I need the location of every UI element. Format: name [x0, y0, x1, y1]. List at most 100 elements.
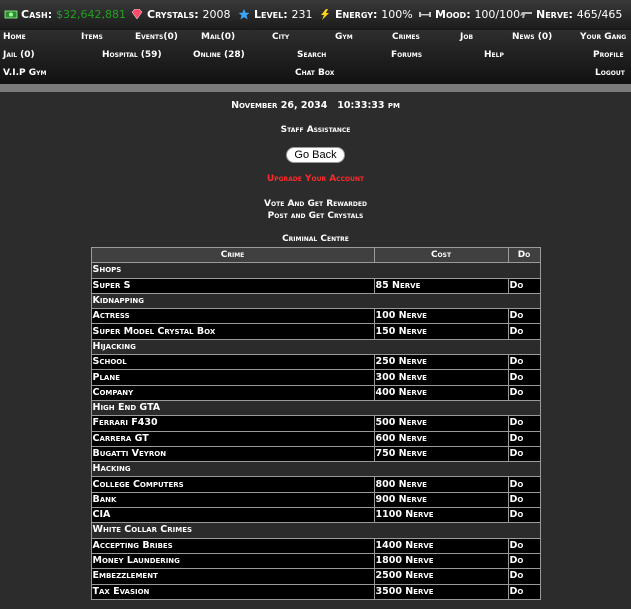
crimes-table: Crime Cost Do Shops Super S 85 Nerve Do Kidn… — [90, 246, 541, 600]
crime-do-link[interactable]: Do — [507, 277, 541, 294]
level-label: Level: — [254, 8, 288, 21]
cash-stat: Cash: $32,642,881 — [4, 8, 126, 21]
category-label: Hacking — [90, 461, 541, 478]
main-nav: Home Items Events(0) Mail(0) City Gym Cr… — [0, 30, 631, 84]
dumbbell-icon — [419, 12, 431, 17]
nerve-label: Nerve: — [536, 8, 573, 21]
crime-do-link[interactable]: Do — [507, 384, 541, 401]
main-content: November 26, 2034 10:33:33 pm Staff Assi… — [0, 100, 631, 600]
crime-cost: 400 Nerve — [373, 384, 509, 401]
header-do: Do — [507, 246, 541, 264]
crime-cost: 250 Nerve — [373, 354, 509, 371]
crime-name: Ferrari F430 — [90, 415, 375, 432]
header-crime: Crime — [90, 246, 375, 264]
crime-cost: 3500 Nerve — [373, 583, 509, 600]
nav-jail[interactable]: Jail (0) — [3, 50, 35, 60]
crystals-label: Crystals: — [147, 8, 199, 21]
nav-gym[interactable]: Gym — [335, 32, 353, 42]
category-label: Shops — [90, 262, 541, 279]
crime-cost: 150 Nerve — [373, 323, 509, 340]
crime-cost: 100 Nerve — [373, 308, 509, 325]
crime-do-link[interactable]: Do — [507, 323, 541, 340]
cash-icon — [4, 10, 18, 19]
nav-logout[interactable]: Logout — [595, 68, 625, 78]
crime-row: Super Model Crystal Box 150 Nerve Do — [90, 323, 541, 340]
lightning-icon — [321, 9, 329, 20]
nav-hospital[interactable]: Hospital (59) — [102, 50, 162, 60]
crime-row: School 250 Nerve Do — [90, 354, 541, 371]
category-row: Kidnapping — [90, 292, 541, 310]
crime-cost: 1100 Nerve — [373, 507, 509, 524]
category-row: White Collar Crimes — [90, 522, 541, 539]
crime-cost: 500 Nerve — [373, 415, 509, 432]
crime-row: Bugatti Veyron 750 Nerve Do — [90, 445, 541, 463]
category-label: High End GTA — [90, 399, 541, 417]
crime-do-link[interactable]: Do — [507, 552, 541, 570]
staff-assistance-link[interactable]: Staff Assistance — [0, 125, 631, 135]
nav-home[interactable]: Home — [3, 32, 26, 42]
vote-link[interactable]: Vote And Get Rewarded — [0, 198, 631, 210]
crime-name: Bugatti Veyron — [90, 445, 375, 463]
crime-do-link[interactable]: Do — [507, 369, 541, 386]
crime-row: Money Laundering 1800 Nerve Do — [90, 552, 541, 570]
category-row: Hacking — [90, 461, 541, 478]
crime-cost: 900 Nerve — [373, 491, 509, 509]
nerve-value: 465/465 — [576, 8, 623, 21]
nav-online[interactable]: Online (28) — [193, 50, 245, 60]
nav-search[interactable]: Search — [297, 50, 326, 60]
category-row: Hijacking — [90, 338, 541, 356]
nav-help[interactable]: Help — [484, 50, 504, 60]
nav-crimes[interactable]: Crimes — [392, 32, 420, 42]
nav-job[interactable]: Job — [460, 32, 473, 42]
crime-do-link[interactable]: Do — [507, 354, 541, 371]
crime-name: CIA — [90, 507, 375, 524]
mood-value: 100/100 — [474, 8, 521, 21]
crime-name: Accepting Bribes — [90, 537, 375, 554]
nav-vip-gym[interactable]: V.I.P Gym — [3, 68, 46, 78]
nav-chat-box[interactable]: Chat Box — [295, 68, 334, 78]
crime-do-link[interactable]: Do — [507, 583, 541, 600]
crime-cost: 1400 Nerve — [373, 537, 509, 554]
star-icon — [238, 9, 250, 20]
crime-name: Embezzlement — [90, 568, 375, 585]
crystal-icon — [131, 9, 143, 20]
crime-do-link[interactable]: Do — [507, 415, 541, 432]
crime-do-link[interactable]: Do — [507, 537, 541, 554]
crime-row: Accepting Bribes 1400 Nerve Do — [90, 537, 541, 554]
crime-row: College Computers 800 Nerve Do — [90, 476, 541, 493]
crime-name: Bank — [90, 491, 375, 509]
crime-cost: 85 Nerve — [373, 277, 509, 294]
divider-band — [0, 84, 631, 92]
nav-forums[interactable]: Forums — [391, 50, 422, 60]
header-cost: Cost — [373, 246, 509, 264]
crime-do-link[interactable]: Do — [507, 308, 541, 325]
nav-events[interactable]: Events(0) — [135, 32, 178, 42]
crystals-stat: Crystals: 2008 — [130, 8, 230, 21]
post-crystals-link[interactable]: Post and Get Crystals — [0, 210, 631, 222]
energy-value: 100% — [381, 8, 413, 21]
crime-do-link[interactable]: Do — [507, 476, 541, 493]
nav-items[interactable]: Items — [81, 32, 103, 42]
energy-label: Energy: — [335, 8, 378, 21]
crime-do-link[interactable]: Do — [507, 445, 541, 463]
crime-row: Tax Evasion 3500 Nerve Do — [90, 583, 541, 600]
stats-bar: Cash: $32,642,881 Crystals: 2008 Level: … — [0, 0, 631, 30]
crime-row: Plane 300 Nerve Do — [90, 369, 541, 386]
cash-value: $32,642,881 — [55, 8, 126, 21]
category-label: Hijacking — [90, 338, 541, 356]
crime-name: College Computers — [90, 476, 375, 493]
category-label: White Collar Crimes — [90, 522, 541, 539]
go-back-button[interactable]: Go Back — [286, 147, 345, 163]
nav-your-gang[interactable]: Your Gang — [580, 32, 626, 42]
section-title: Criminal Centre — [282, 234, 349, 244]
crime-do-link[interactable]: Do — [507, 430, 541, 447]
crime-do-link[interactable]: Do — [507, 568, 541, 585]
crime-do-link[interactable]: Do — [507, 491, 541, 509]
energy-stat: Energy: 100% — [318, 8, 413, 21]
nav-news[interactable]: News (0) — [512, 32, 552, 42]
nav-city[interactable]: City — [272, 32, 289, 42]
nav-profile[interactable]: Profile — [593, 50, 624, 60]
upgrade-account-link[interactable]: Upgrade Your Account — [0, 174, 631, 184]
nav-mail[interactable]: Mail(0) — [201, 32, 235, 42]
crime-do-link[interactable]: Do — [507, 507, 541, 524]
